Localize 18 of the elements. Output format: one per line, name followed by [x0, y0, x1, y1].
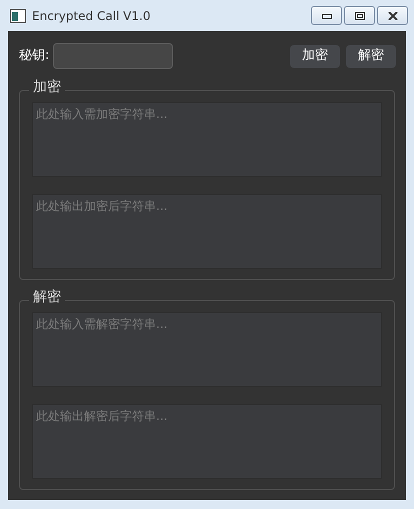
- text-area[interactable]: 此处输出加密后字符串...: [32, 194, 382, 269]
- app-icon: [10, 8, 26, 22]
- maximize-button[interactable]: [344, 6, 375, 25]
- text-area[interactable]: 此处输入需加密字符串...: [32, 102, 382, 177]
- minimize-icon: [322, 12, 332, 18]
- text-area[interactable]: 此处输入需解密字符串...: [32, 312, 382, 387]
- close-icon: [388, 12, 398, 20]
- action-button[interactable]: 解密: [346, 44, 396, 68]
- window-title: Encrypted Call V1.0: [32, 8, 150, 24]
- close-button[interactable]: [377, 6, 408, 25]
- key-label: 秘钥:: [19, 47, 50, 66]
- group-title: 加密: [29, 78, 65, 96]
- group-title: 解密: [29, 288, 65, 306]
- minimize-button[interactable]: [311, 6, 342, 25]
- text-area[interactable]: 此处输出解密后字符串...: [32, 404, 382, 479]
- key-field[interactable]: [53, 43, 174, 69]
- maximize-icon: [354, 12, 364, 20]
- action-button[interactable]: 加密: [290, 44, 340, 68]
